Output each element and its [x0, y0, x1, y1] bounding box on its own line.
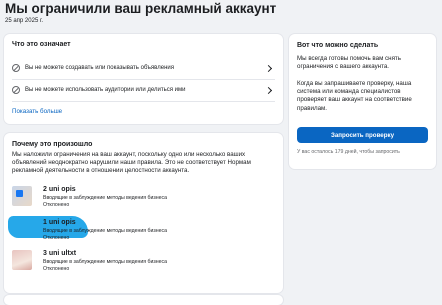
meaning-item-audiences[interactable]: Вы не можете использовать аудитории или …	[12, 80, 275, 100]
why-paragraph-line: объявлений неоднократно нарушили наши пр…	[12, 159, 251, 167]
ad-status: Отклонено	[43, 235, 70, 241]
ad-reason: Вводящие в заблуждение методы ведения би…	[43, 228, 168, 234]
next-paragraph-2: Когда вы запрашиваете проверку, наша сис…	[297, 80, 432, 113]
request-review-button[interactable]: Запросить проверку	[297, 127, 428, 143]
blocked-icon	[12, 86, 20, 94]
next-paragraph-1: Мы всегда готовы помочь вам снять ограни…	[297, 55, 432, 71]
meaning-item-label: Вы не можете создавать или показывать об…	[25, 65, 174, 71]
ad-thumbnail	[12, 186, 32, 206]
meaning-item-create-ads[interactable]: Вы не можете создавать или показывать об…	[12, 58, 275, 78]
chevron-right-icon	[264, 86, 273, 94]
ad-item[interactable]: 1 uni opis Вводящие в заблуждение методы…	[8, 216, 272, 243]
next-line: система или команда специалистов	[297, 88, 401, 96]
next-line: ограничения с вашего аккаунта.	[297, 63, 390, 71]
next-line: проверяет ваш аккаунт на соответствие	[297, 96, 412, 104]
ad-reason: Вводящие в заблуждение методы ведения би…	[43, 195, 168, 201]
next-steps-card: Вот что можно сделать Мы всегда готовы п…	[289, 34, 436, 169]
blocked-icon	[12, 64, 20, 72]
ad-reason: Вводящие в заблуждение методы ведения би…	[43, 259, 168, 265]
ad-status: Отклонено	[43, 266, 70, 272]
why-paragraph-line: Мы наложили ограничения на ваш аккаунт, …	[12, 151, 246, 158]
days-remaining-note: У вас осталось 179 дней, чтобы запросить	[297, 149, 400, 155]
ad-name: 3 uni ultxt	[43, 250, 77, 257]
why-heading: Почему это произошло	[12, 141, 93, 148]
chevron-right-icon	[264, 64, 273, 72]
meaning-card: Что это означает Вы не можете создавать …	[4, 34, 283, 124]
page-date: 25 апр 2025 г.	[5, 18, 44, 24]
next-line: правилам.	[297, 104, 328, 112]
why-card: Почему это произошло Мы наложили огранич…	[4, 133, 283, 293]
ad-name: 2 uni opis	[43, 186, 76, 193]
ad-name: 1 uni opis	[43, 219, 76, 226]
ad-item[interactable]: 3 uni ultxt Вводящие в заблуждение метод…	[12, 250, 272, 274]
meaning-item-label: Вы не можете использовать аудитории или …	[25, 87, 186, 93]
next-heading: Вот что можно сделать	[297, 42, 379, 49]
next-line: Мы всегда готовы помочь вам снять	[297, 55, 401, 62]
ad-thumbnail	[12, 250, 32, 270]
why-paragraph-line: рекламной деятельности в отношении целос…	[12, 167, 190, 175]
checkbox-icon	[16, 190, 23, 197]
show-more-link[interactable]: Показать больше	[12, 108, 62, 115]
next-line: Когда вы запрашиваете проверку, наша	[297, 80, 412, 87]
meaning-heading: Что это означает	[12, 41, 71, 48]
ad-item[interactable]: 2 uni opis Вводящие в заблуждение методы…	[12, 186, 272, 210]
divider	[12, 101, 275, 102]
bottom-card	[4, 295, 283, 305]
why-paragraph: Мы наложили ограничения на ваш аккаунт, …	[12, 151, 274, 176]
ad-status: Отклонено	[43, 202, 70, 208]
page-title: Мы ограничили ваш рекламный аккаунт	[5, 1, 277, 16]
